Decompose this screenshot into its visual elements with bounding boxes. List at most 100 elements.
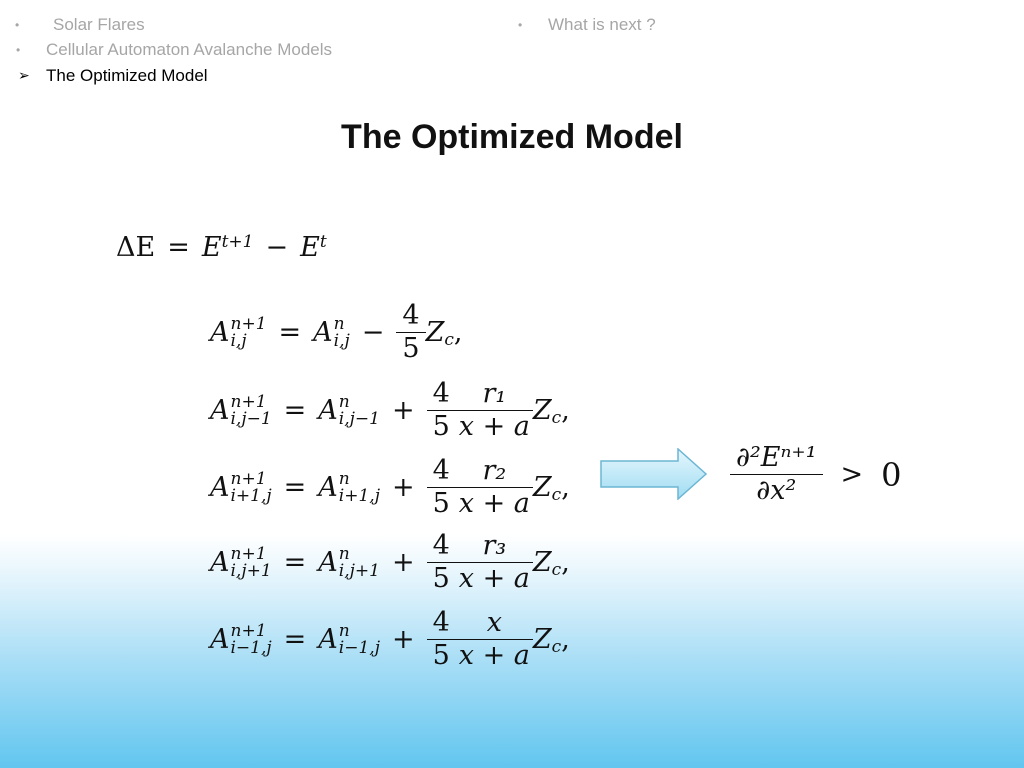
denominator: x + a bbox=[458, 563, 530, 594]
right-arrow-icon bbox=[600, 448, 708, 500]
ratio-fraction: r₃ x + a bbox=[455, 530, 533, 595]
update-equation: An+1 i+1,j = An i+1,j + 4 5 r₂ x + a Zc, bbox=[210, 455, 570, 520]
nav-item-optimized-model[interactable]: ➢ The Optimized Model bbox=[18, 66, 208, 86]
eq-term: A bbox=[210, 547, 230, 578]
subscript: i,j−1 bbox=[230, 408, 272, 429]
update-equation: An+1 i,j = An i,j − 45 Zc, bbox=[210, 300, 462, 365]
ratio-fraction: r₁ x + a bbox=[455, 378, 533, 443]
numerator: ∂²Eⁿ⁺¹ bbox=[730, 442, 823, 475]
superscript: n bbox=[338, 543, 350, 564]
arrow-bullet-icon: ➢ bbox=[18, 67, 30, 83]
bullet-icon: • bbox=[518, 18, 523, 32]
comma: , bbox=[561, 624, 570, 655]
sup-sub: n+1 i,j−1 bbox=[230, 391, 272, 429]
eq-term: A bbox=[210, 472, 230, 503]
numerator: r₂ bbox=[455, 455, 533, 488]
four-fifths-fraction: 45 bbox=[426, 530, 456, 595]
eq-sign: = bbox=[278, 317, 302, 348]
superscript: n bbox=[338, 391, 350, 412]
sup-sub: n+1 i,j bbox=[230, 315, 267, 351]
superscript: n bbox=[333, 313, 345, 334]
ratio-fraction: xx + a bbox=[455, 607, 533, 672]
eq-sign: = bbox=[283, 395, 307, 426]
denominator: 5 bbox=[432, 488, 450, 519]
denominator: x + a bbox=[458, 640, 530, 671]
numerator: r₁ bbox=[455, 378, 533, 411]
numerator: 4 bbox=[426, 455, 456, 488]
superscript: n bbox=[338, 620, 350, 641]
eq-sign: = bbox=[283, 624, 307, 655]
eq-term: Z bbox=[532, 472, 552, 503]
comma: , bbox=[453, 317, 463, 348]
nav-item-ca-models[interactable]: • Cellular Automaton Avalanche Models bbox=[16, 40, 333, 60]
eq-term: Z bbox=[532, 624, 552, 655]
eq-op: − bbox=[361, 317, 385, 348]
subscript: i,j bbox=[230, 330, 247, 351]
eq-sign: = bbox=[283, 472, 307, 503]
subscript: c bbox=[551, 407, 562, 428]
subscript: i+1,j bbox=[338, 485, 380, 506]
sup-sub: n i,j+1 bbox=[338, 543, 380, 581]
sup-sub: n+1 i,j+1 bbox=[230, 545, 272, 581]
rhs: 0 bbox=[881, 455, 902, 494]
eq-term: E bbox=[201, 232, 222, 263]
sup-sub: n i,j−1 bbox=[338, 391, 380, 429]
eq-term: A bbox=[313, 317, 333, 348]
subscript: i−1,j bbox=[338, 637, 380, 658]
eq-term: A bbox=[318, 395, 338, 426]
second-derivative-fraction: ∂²Eⁿ⁺¹ ∂x² bbox=[730, 442, 823, 507]
eq-sup: t bbox=[319, 232, 327, 252]
denominator: 5 bbox=[432, 640, 450, 671]
nav-label: Solar Flares bbox=[53, 15, 145, 34]
subscript: i,j bbox=[333, 330, 350, 351]
eq-op: − bbox=[265, 232, 289, 263]
relation: > bbox=[840, 459, 864, 490]
eq-op: + bbox=[391, 395, 415, 426]
nav-label: What is next ? bbox=[548, 15, 656, 34]
subscript: i,j+1 bbox=[338, 560, 380, 581]
bullet-icon: • bbox=[16, 43, 21, 57]
subscript: c bbox=[551, 484, 562, 505]
subscript: c bbox=[551, 559, 562, 580]
nav-item-what-next[interactable]: • What is next ? bbox=[518, 15, 656, 35]
condition-equation: ∂²Eⁿ⁺¹ ∂x² > 0 bbox=[730, 442, 902, 507]
four-fifths-fraction: 45 bbox=[426, 455, 456, 520]
superscript: n+1 bbox=[230, 391, 267, 412]
slide-title: The Optimized Model bbox=[341, 118, 683, 156]
numerator: x bbox=[455, 607, 533, 640]
eq-sup: t+1 bbox=[221, 232, 254, 252]
four-fifths-fraction: 45 bbox=[426, 378, 456, 443]
eq-term: A bbox=[318, 547, 338, 578]
subscript: i+1,j bbox=[230, 485, 272, 506]
sup-sub: n i,j bbox=[333, 313, 350, 351]
bullet-icon: • bbox=[15, 18, 20, 32]
eq-term: A bbox=[210, 317, 230, 348]
eq-term: Z bbox=[532, 395, 552, 426]
nav-item-solar-flares[interactable]: • Solar Flares bbox=[15, 15, 145, 35]
comma: , bbox=[561, 547, 570, 578]
update-equation: An+1 i−1,j = An i−1,j + 45xx + a Zc, bbox=[210, 607, 570, 672]
delta-e-equation: ΔE = Et+1 − Et bbox=[116, 232, 327, 263]
sup-sub: n+1 i+1,j bbox=[230, 468, 272, 506]
eq-sign: = bbox=[167, 232, 190, 263]
nav-label: Cellular Automaton Avalanche Models bbox=[46, 40, 333, 59]
superscript: n+1 bbox=[230, 468, 267, 489]
eq-term: E bbox=[300, 232, 320, 263]
eq-term: A bbox=[318, 624, 338, 655]
numerator: 4 bbox=[426, 607, 456, 640]
sup-sub: n+1 i−1,j bbox=[231, 622, 272, 657]
eq-lhs: ΔE bbox=[116, 232, 156, 263]
sup-sub: n i+1,j bbox=[338, 470, 380, 506]
subscript: c bbox=[551, 636, 562, 657]
subscript: i,j−1 bbox=[338, 408, 380, 429]
denominator: 5 bbox=[432, 563, 450, 594]
eq-op: + bbox=[391, 547, 415, 578]
denominator: ∂x² bbox=[756, 475, 797, 506]
numerator: 4 bbox=[426, 378, 456, 411]
eq-term: Z bbox=[425, 317, 445, 348]
subscript: i,j+1 bbox=[230, 560, 272, 581]
denominator: x + a bbox=[458, 488, 530, 519]
sup-sub: n i−1,j bbox=[338, 620, 380, 658]
subscript: c bbox=[444, 329, 454, 350]
update-equation: An+1 i,j+1 = An i,j+1 + 4 5 r₃ x + a Zc, bbox=[210, 530, 570, 595]
